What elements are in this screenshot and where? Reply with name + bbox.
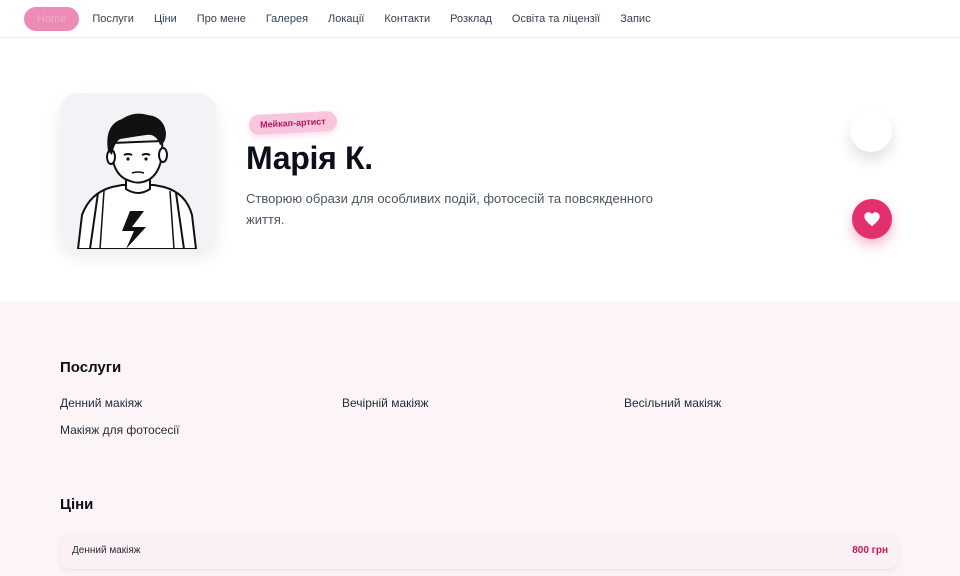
nav-item-locations[interactable]: Локації [318, 7, 374, 31]
nav-item-booking[interactable]: Запис [610, 7, 660, 31]
profile-tagline: Створюю образи для особливих подій, фото… [246, 191, 654, 227]
price-row: Денний макіяж 800 грн [60, 534, 898, 570]
hero-section: Мейкап-артист Марія К. Створюю образи дл… [0, 38, 960, 302]
prices-title: Ціни [60, 496, 94, 513]
nav-item-education[interactable]: Освіта та ліцензії [502, 7, 610, 31]
service-item: Денний макіяж [60, 396, 143, 410]
nav-item-home[interactable]: Home [24, 6, 80, 31]
price-service-name: Денний макіяж [72, 545, 141, 556]
nav-item-gallery[interactable]: Галерея [256, 7, 318, 31]
avatar [60, 93, 216, 249]
service-item: Весільний макіяж [624, 396, 722, 410]
service-item: Вечірній макіяж [342, 396, 429, 410]
nav-item-schedule[interactable]: Розклад [440, 7, 502, 31]
top-navigation: Home Послуги Ціни Про мене Галерея Локац… [0, 0, 960, 38]
services-title: Послуги [60, 359, 122, 376]
nav-item-about[interactable]: Про мене [187, 7, 256, 31]
nav-item-prices[interactable]: Ціни [144, 7, 187, 31]
price-value: 800 грн [852, 545, 888, 556]
content-section: Послуги Денний макіяж Вечірній макіяж Ве… [0, 302, 960, 576]
nav-item-services[interactable]: Послуги [82, 7, 144, 31]
service-item: Макіяж для фотосесії [60, 423, 180, 437]
profile-name: Марія К. [246, 140, 373, 176]
favorite-button[interactable] [852, 199, 892, 239]
floating-circle-decoration [850, 110, 892, 152]
role-badge: Мейкап-артист [248, 110, 338, 136]
nav-item-contacts[interactable]: Контакти [374, 7, 440, 31]
heart-icon [864, 212, 880, 227]
illustrated-person-avatar-icon [76, 113, 198, 249]
